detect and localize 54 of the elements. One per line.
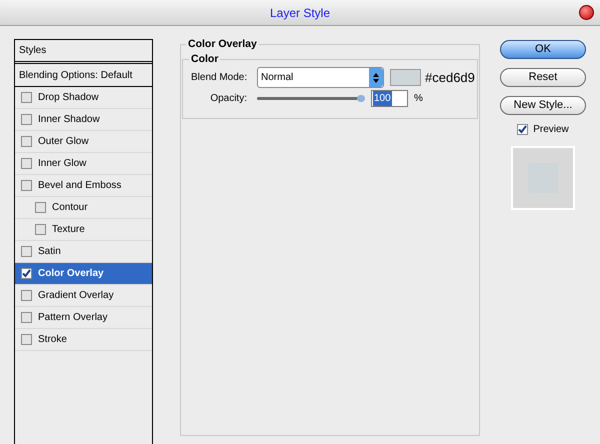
style-item[interactable]: Inner Glow — [15, 153, 152, 175]
style-label: Gradient Overlay — [38, 289, 114, 303]
style-label: Color Overlay — [38, 267, 104, 281]
style-label: Inner Shadow — [38, 113, 100, 127]
style-item[interactable]: Stroke — [15, 329, 152, 351]
checkbox[interactable] — [35, 224, 46, 235]
preview-label: Preview — [533, 123, 569, 137]
ok-button[interactable]: OK — [500, 40, 586, 59]
checkbox[interactable] — [21, 312, 32, 323]
blend-mode-dropdown[interactable]: Normal — [257, 67, 384, 88]
style-label: Bevel and Emboss — [38, 179, 122, 193]
styles-header[interactable]: Styles — [15, 40, 152, 64]
dialog-button[interactable]: Reset — [500, 68, 586, 87]
blending-options[interactable]: Blending Options: Default — [15, 64, 152, 87]
close-icon[interactable] — [579, 5, 594, 20]
checkbox[interactable] — [517, 124, 528, 135]
blend-mode-label: Blend Mode: — [191, 71, 248, 85]
style-item[interactable]: Texture — [15, 219, 152, 241]
checkbox[interactable] — [21, 158, 32, 169]
opacity-label: Opacity: — [209, 92, 248, 106]
checkbox[interactable] — [21, 114, 32, 125]
style-item[interactable]: Pattern Overlay — [15, 307, 152, 329]
style-label: Contour — [52, 201, 88, 215]
checkbox[interactable] — [21, 136, 32, 147]
style-item[interactable]: Bevel and Emboss — [15, 175, 152, 197]
style-label: Pattern Overlay — [38, 311, 108, 325]
style-item[interactable]: Color Overlay — [15, 263, 152, 285]
dropdown-value: Normal — [261, 71, 294, 85]
checkbox[interactable] — [21, 180, 32, 191]
style-item[interactable]: Contour — [15, 197, 152, 219]
style-label: Satin — [38, 245, 61, 259]
style-item[interactable]: Inner Shadow — [15, 109, 152, 131]
dropdown-arrows-icon — [369, 68, 383, 87]
style-label: Outer Glow — [38, 135, 89, 149]
opacity-field[interactable]: 100 — [371, 90, 408, 107]
checkbox[interactable] — [21, 334, 32, 345]
style-item[interactable]: Outer Glow — [15, 131, 152, 153]
style-label: Texture — [52, 223, 85, 237]
checkbox[interactable] — [21, 246, 32, 257]
checkbox[interactable] — [21, 92, 32, 103]
checkbox[interactable] — [21, 268, 32, 279]
style-item[interactable]: Gradient Overlay — [15, 285, 152, 307]
slider-thumb[interactable] — [357, 95, 365, 102]
percent-unit: % — [414, 92, 423, 106]
style-label: Drop Shadow — [38, 91, 99, 105]
window-title: Layer Style — [270, 4, 330, 22]
style-label: Inner Glow — [38, 157, 86, 171]
checkbox[interactable] — [21, 290, 32, 301]
color-swatch[interactable] — [390, 69, 421, 86]
checkbox[interactable] — [35, 202, 46, 213]
style-label: Stroke — [38, 333, 67, 347]
style-item[interactable]: Drop Shadow — [15, 87, 152, 109]
color-hex: #ced6d9 — [425, 68, 475, 87]
dialog-button[interactable]: New Style... — [500, 96, 586, 115]
